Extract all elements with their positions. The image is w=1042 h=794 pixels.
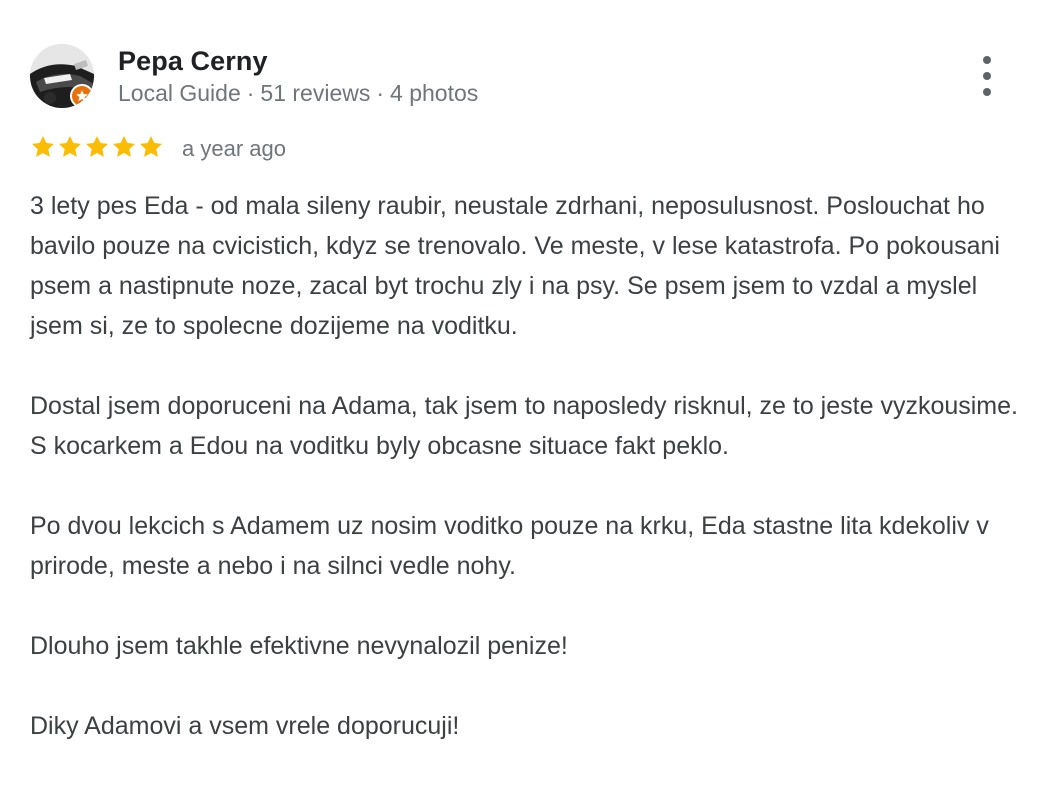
more-vert-icon bbox=[983, 72, 991, 80]
review-text: 3 lety pes Eda - od mala sileny raubir, … bbox=[30, 186, 1020, 746]
star-icon bbox=[139, 135, 163, 157]
reviews-count: 51 reviews bbox=[260, 80, 371, 106]
review-paragraph: Diky Adamovi a vsem vrele doporucuji! bbox=[30, 712, 460, 740]
review-paragraph: Dlouho jsem takhle efektivne nevynalozil… bbox=[30, 632, 568, 660]
star-icon bbox=[85, 135, 109, 157]
local-guide-badge-icon bbox=[70, 84, 94, 108]
star-icon bbox=[76, 90, 88, 102]
review-paragraph: Dostal jsem doporuceni na Adama, tak jse… bbox=[30, 392, 1018, 460]
review-date: a year ago bbox=[182, 136, 286, 161]
local-guide-label: Local Guide bbox=[118, 80, 241, 106]
author-name[interactable]: Pepa Cerny bbox=[118, 46, 268, 77]
star-icon bbox=[31, 135, 55, 157]
author-meta[interactable]: Local Guide · 51 reviews · 4 photos bbox=[118, 80, 478, 107]
avatar[interactable] bbox=[30, 44, 94, 108]
more-vert-icon bbox=[983, 88, 991, 96]
review-header: Pepa Cerny Local Guide · 51 reviews · 4 phot… bbox=[30, 44, 1020, 114]
photos-count: 4 photos bbox=[390, 80, 479, 106]
more-vert-icon bbox=[983, 56, 991, 64]
review-paragraph: Po dvou lekcich s Adamem uz nosim voditk… bbox=[30, 512, 989, 580]
rating-row: a year ago bbox=[30, 134, 630, 164]
star-icon bbox=[112, 135, 136, 157]
star-rating bbox=[30, 134, 165, 162]
star-icon bbox=[58, 135, 82, 157]
review-paragraph: 3 lety pes Eda - od mala sileny raubir, … bbox=[30, 192, 1000, 340]
meta-separator: · bbox=[246, 80, 255, 106]
meta-separator: · bbox=[376, 80, 385, 106]
review-card: Pepa Cerny Local Guide · 51 reviews · 4 phot… bbox=[0, 0, 1042, 794]
more-options-button[interactable] bbox=[972, 54, 1002, 98]
